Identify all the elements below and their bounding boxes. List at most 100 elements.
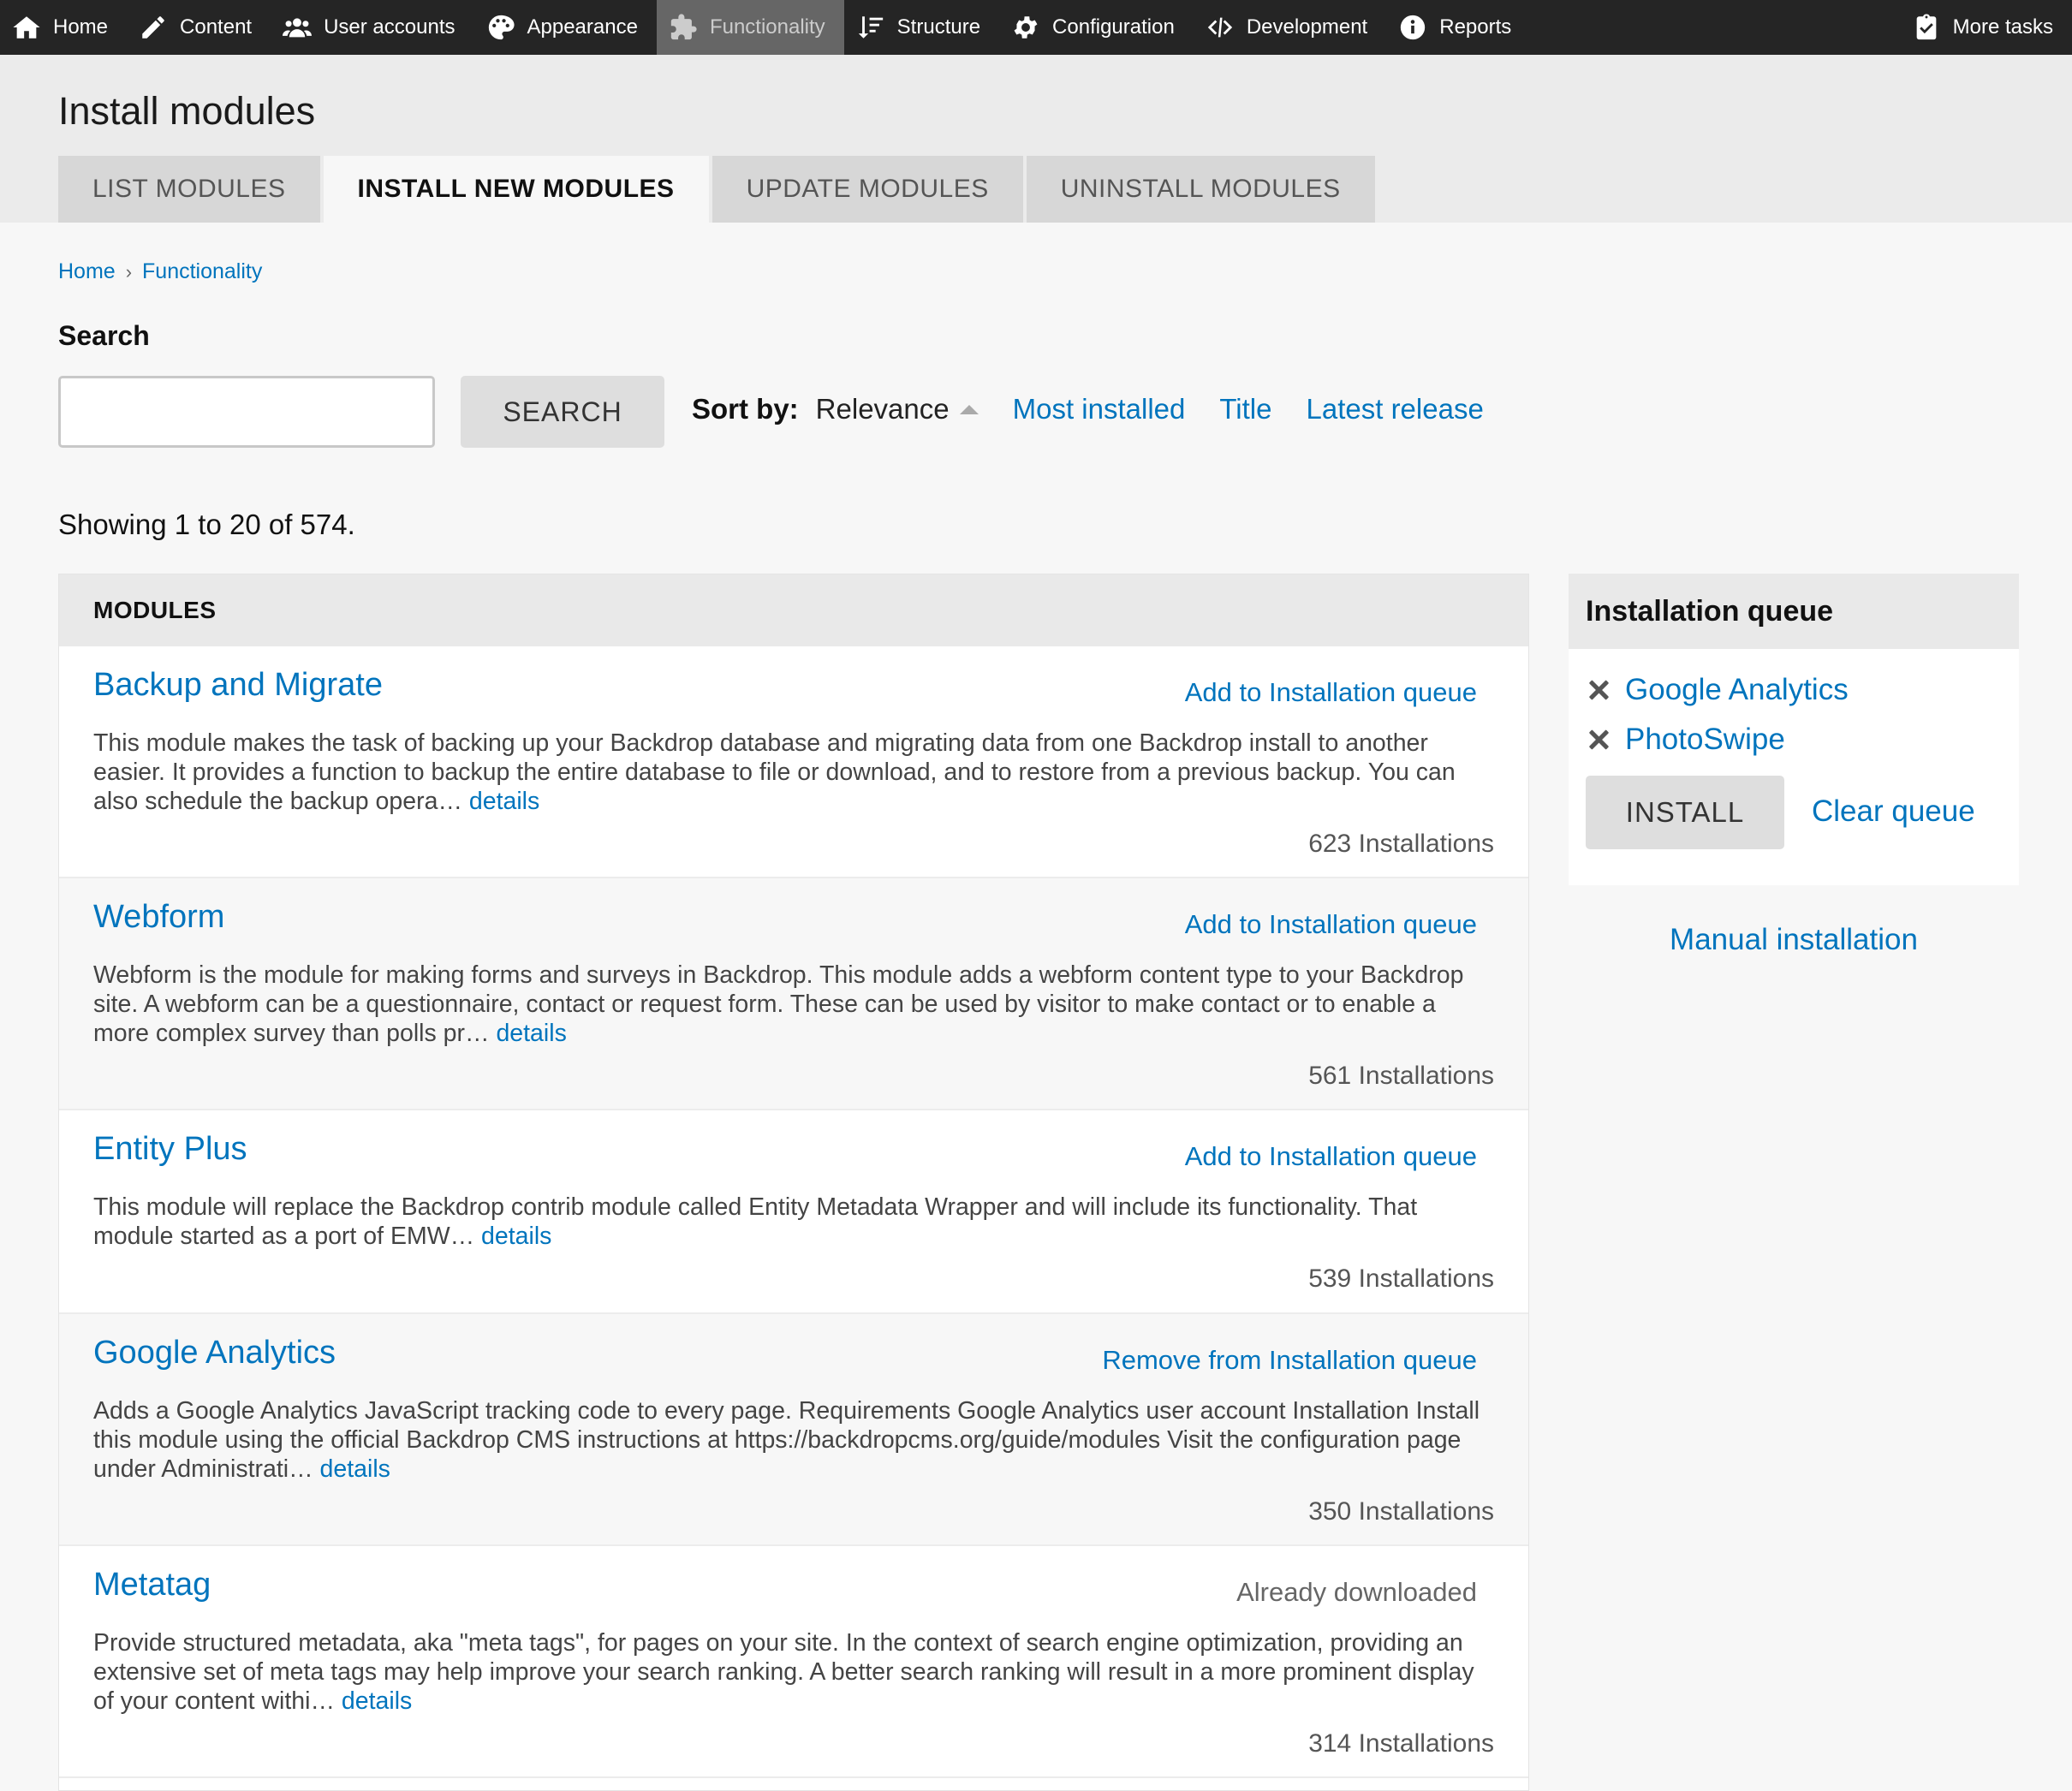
module-description: Webform is the module for making forms a… — [93, 961, 1497, 1048]
toolbar-item-label: User accounts — [324, 15, 455, 39]
remove-icon[interactable] — [1586, 727, 1611, 753]
add-to-queue-link[interactable]: Add to Installation queue — [1185, 1141, 1477, 1172]
module-name[interactable]: Google Analytics — [93, 1335, 336, 1372]
add-to-queue-link[interactable]: Add to Installation queue — [1185, 677, 1477, 708]
primary-tabs: LIST MODULES INSTALL NEW MODULES UPDATE … — [58, 156, 1375, 223]
queue-item-link[interactable]: Google Analytics — [1625, 673, 1849, 707]
module-row: Webform Add to Installation queue Webfor… — [59, 878, 1528, 1110]
clear-queue-link[interactable]: Clear queue — [1812, 794, 1975, 829]
add-to-queue-link[interactable]: Add to Installation queue — [1185, 909, 1477, 940]
remove-from-queue-link[interactable]: Remove from Installation queue — [1102, 1345, 1477, 1376]
toolbar-item-label: Home — [53, 15, 109, 39]
remove-icon[interactable] — [1586, 677, 1611, 703]
toolbar-item-structure[interactable]: Structure — [844, 0, 999, 55]
toolbar-item-appearance[interactable]: Appearance — [474, 0, 657, 55]
install-button[interactable]: INSTALL — [1586, 776, 1784, 849]
module-name[interactable]: Metatag — [93, 1567, 211, 1604]
toolbar-item-development[interactable]: Development — [1194, 0, 1386, 55]
module-description-text: Webform is the module for making forms a… — [93, 961, 1464, 1047]
code-icon — [1207, 17, 1232, 38]
tab-uninstall-modules[interactable]: UNINSTALL MODULES — [1026, 156, 1375, 223]
details-link[interactable]: details — [481, 1223, 551, 1250]
sort-title[interactable]: Title — [1219, 393, 1271, 425]
tab-update-modules[interactable]: UPDATE MODULES — [712, 156, 1023, 223]
queue-item: PhotoSwipe — [1586, 723, 1785, 757]
page-title: Install modules — [58, 89, 316, 133]
toolbar-item-label: Development — [1246, 15, 1368, 39]
search-input[interactable] — [58, 376, 435, 448]
module-row: Entity Plus Add to Installation queue Th… — [59, 1110, 1528, 1314]
queue-item: Google Analytics — [1586, 673, 1849, 707]
toolbar-item-label: Functionality — [709, 15, 825, 39]
caret-up-icon — [959, 404, 979, 414]
users-icon — [283, 18, 313, 38]
module-description: This module will replace the Backdrop co… — [93, 1193, 1497, 1251]
search-label: Search — [58, 320, 150, 351]
queue-title: Installation queue — [1569, 574, 2019, 649]
toolbar-item-label: Content — [180, 15, 253, 39]
install-count: 350 Installations — [1308, 1497, 1494, 1526]
toolbar-item-home[interactable]: Home — [0, 0, 127, 55]
module-description-text: Provide structured metadata, aka "meta t… — [93, 1629, 1474, 1715]
module-name[interactable]: Backup and Migrate — [93, 667, 383, 704]
toolbar-item-content[interactable]: Content — [127, 0, 271, 55]
tab-install-new-modules[interactable]: INSTALL NEW MODULES — [323, 156, 709, 223]
module-description-text: This module will replace the Backdrop co… — [93, 1193, 1418, 1250]
toolbar-item-configuration[interactable]: Configuration — [999, 0, 1194, 55]
module-name[interactable]: Webform — [93, 899, 224, 936]
toolbar-item-label: Reports — [1439, 15, 1512, 39]
tab-list-modules[interactable]: LIST MODULES — [58, 156, 320, 223]
toolbar-item-label: Structure — [896, 15, 981, 39]
sort-label: Sort by: — [692, 393, 799, 425]
module-description: Provide structured metadata, aka "meta t… — [93, 1628, 1497, 1716]
toolbar-item-functionality[interactable]: Functionality — [656, 0, 844, 55]
module-row: Backup and Migrate Add to Installation q… — [59, 646, 1528, 878]
info-icon — [1401, 15, 1426, 40]
install-count: 314 Installations — [1308, 1729, 1494, 1758]
module-description-text: This module makes the task of backing up… — [93, 729, 1456, 815]
toolbar-item-label: Appearance — [527, 15, 638, 39]
install-count: 561 Installations — [1308, 1062, 1494, 1090]
toolbar-item-label: Configuration — [1052, 15, 1175, 39]
sort-bar: Sort by: Relevance Most installed Title … — [692, 393, 1518, 425]
home-icon — [13, 16, 40, 39]
clipboard-check-icon — [1916, 14, 1936, 40]
search-button[interactable]: SEARCH — [461, 376, 664, 448]
sort-most-installed[interactable]: Most installed — [1013, 393, 1186, 425]
module-description: Adds a Google Analytics JavaScript track… — [93, 1396, 1497, 1484]
results-count: Showing 1 to 20 of 574. — [58, 509, 355, 540]
details-link[interactable]: details — [342, 1687, 412, 1715]
chevron-right-icon: › — [125, 260, 133, 283]
queue-item-link[interactable]: PhotoSwipe — [1625, 723, 1785, 757]
install-count: 623 Installations — [1308, 830, 1494, 858]
breadcrumb: Home › Functionality — [58, 259, 262, 284]
details-link[interactable]: details — [469, 788, 539, 815]
toolbar-item-label: More tasks — [1952, 15, 2053, 39]
sort-current-label: Relevance — [815, 393, 950, 425]
module-name[interactable]: Entity Plus — [93, 1131, 247, 1168]
module-description-text: Adds a Google Analytics JavaScript track… — [93, 1397, 1480, 1483]
toolbar-item-reports[interactable]: Reports — [1386, 0, 1530, 55]
toolbar-item-more-tasks[interactable]: More tasks — [1900, 0, 2072, 55]
install-count: 539 Installations — [1308, 1264, 1494, 1293]
sort-icon — [858, 16, 883, 39]
breadcrumb-home[interactable]: Home — [58, 259, 116, 284]
details-link[interactable]: details — [320, 1455, 390, 1483]
puzzle-icon — [670, 14, 697, 40]
sort-latest-release[interactable]: Latest release — [1307, 393, 1484, 425]
module-description: This module makes the task of backing up… — [93, 729, 1497, 816]
palette-icon — [488, 15, 515, 40]
manual-installation-link[interactable]: Manual installation — [1569, 923, 2019, 957]
toolbar-item-user-accounts[interactable]: User accounts — [271, 0, 473, 55]
modules-list: MODULES Backup and Migrate Add to Instal… — [58, 574, 1529, 1791]
details-link[interactable]: details — [496, 1020, 566, 1047]
breadcrumb-functionality[interactable]: Functionality — [142, 259, 262, 284]
admin-toolbar: Home Content User accounts Appearance Fu… — [0, 0, 2072, 55]
pencil-icon — [142, 16, 164, 39]
already-downloaded-status: Already downloaded — [1236, 1577, 1477, 1607]
sort-current[interactable]: Relevance — [816, 393, 1013, 425]
modules-header: MODULES — [59, 574, 1528, 646]
installation-queue: Installation queue Google Analytics Phot… — [1569, 574, 2019, 885]
module-row: Metatag Already downloaded Provide struc… — [59, 1546, 1528, 1778]
